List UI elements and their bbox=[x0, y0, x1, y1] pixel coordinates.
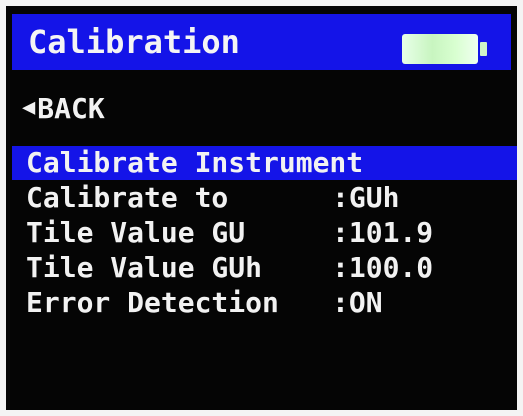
menu-item-tile-value-guh[interactable]: Tile Value GUh :100.0 bbox=[12, 251, 517, 285]
menu-item-label: Tile Value GUh bbox=[26, 251, 263, 284]
title-bar: Calibration bbox=[12, 14, 511, 70]
menu-item-label: Error Detection bbox=[26, 286, 279, 319]
menu-item-value: :GUh bbox=[332, 181, 400, 214]
battery-tip bbox=[480, 42, 487, 56]
menu-item-calibrate-to[interactable]: Calibrate to :GUh bbox=[12, 181, 517, 215]
device-bezel: Calibration ◀ BACK Calibrate Instrument … bbox=[0, 0, 523, 416]
left-triangle-icon: ◀ bbox=[22, 95, 36, 120]
menu-item-tile-value-gu[interactable]: Tile Value GU :101.9 bbox=[12, 216, 517, 250]
battery-full-icon bbox=[402, 34, 488, 64]
menu-item-label: Calibrate Instrument bbox=[26, 146, 364, 179]
battery-body bbox=[402, 34, 478, 64]
menu-item-value: :101.9 bbox=[332, 216, 434, 249]
back-label: BACK bbox=[37, 91, 105, 125]
menu-item-value: :ON bbox=[332, 286, 383, 319]
menu-item-error-detection[interactable]: Error Detection :ON bbox=[12, 286, 517, 320]
menu-item-label: Calibrate to bbox=[26, 181, 229, 214]
menu-item-calibrate-instrument[interactable]: Calibrate Instrument bbox=[12, 146, 517, 180]
menu-item-label: Tile Value GU bbox=[26, 216, 246, 249]
device-screen: Calibration ◀ BACK Calibrate Instrument … bbox=[6, 6, 517, 410]
page-title: Calibration bbox=[28, 23, 240, 61]
menu-item-value: :100.0 bbox=[332, 251, 434, 284]
back-button[interactable]: ◀ BACK bbox=[22, 90, 105, 126]
